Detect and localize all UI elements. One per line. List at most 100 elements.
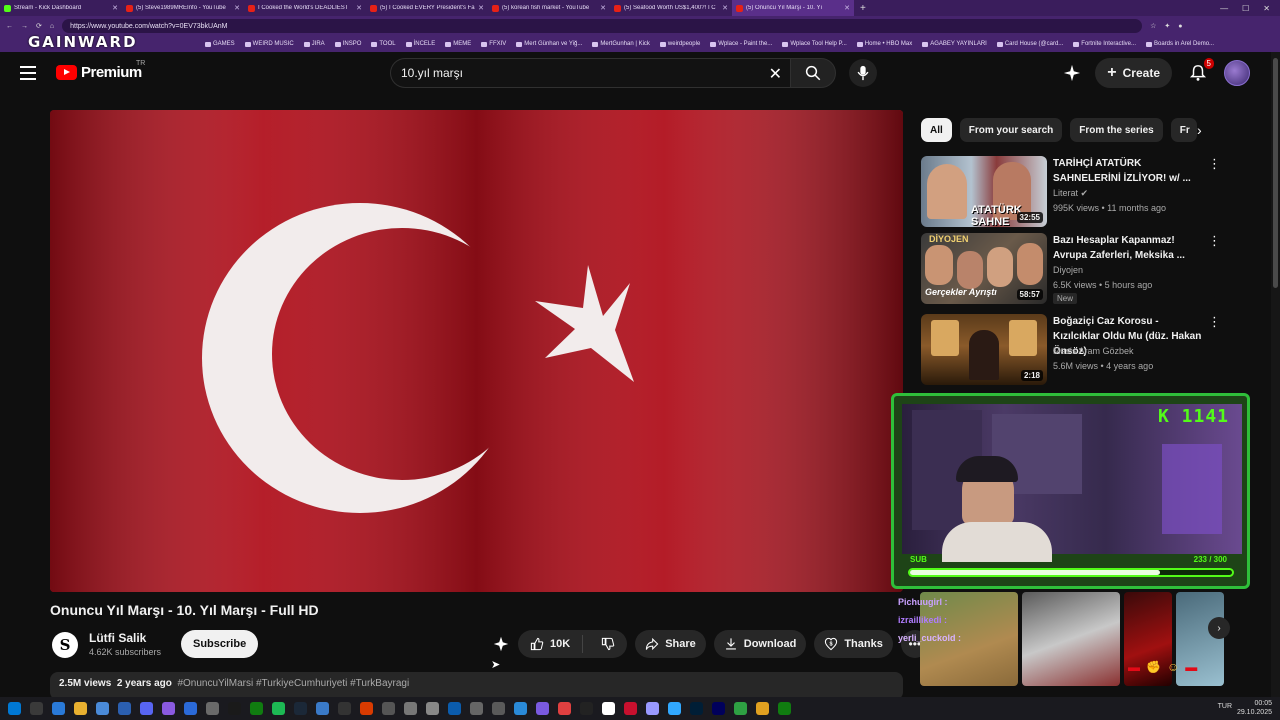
input-language[interactable]: TUR [1218, 703, 1232, 710]
close-tab-icon[interactable]: ✕ [112, 4, 118, 12]
profile-icon[interactable]: ● [1178, 23, 1182, 30]
bookmark-item[interactable]: İNCELE [405, 41, 435, 47]
channel-name[interactable]: Lütfi Salik [89, 631, 146, 645]
bookmark-item[interactable]: MEME [445, 41, 471, 47]
reload-icon[interactable]: ⟳ [36, 22, 42, 30]
hashtags[interactable]: #OnuncuYilMarsi #TurkiyeCumhuriyeti #Tur… [177, 678, 409, 689]
new-tab-icon[interactable]: + [854, 3, 872, 14]
photoshop-icon[interactable] [668, 702, 681, 715]
video-player[interactable] [50, 110, 903, 592]
voice-search-button[interactable] [849, 59, 877, 87]
close-tab-icon[interactable]: ✕ [844, 4, 850, 12]
recommendation-title[interactable]: Bazı Hesaplar Kapanmaz! Avrupa Zaferleri… [1053, 233, 1203, 263]
app-icon[interactable] [228, 702, 241, 715]
chip-all[interactable]: All [921, 118, 952, 142]
create-button[interactable]: + Create [1095, 58, 1172, 88]
app-icon[interactable] [756, 702, 769, 715]
app-icon[interactable] [360, 702, 373, 715]
url-field[interactable]: https://www.youtube.com/watch?v=0EV73bkU… [62, 19, 1143, 33]
browser-tab[interactable]: (5) Seafood Worth US$1,400?! I C ✕ [610, 0, 732, 16]
recommendation-channel[interactable]: Diyojen [1053, 265, 1083, 275]
steam-icon[interactable] [294, 702, 307, 715]
video-thumbnail[interactable]: DİYOJEN Gerçekler Ayrıştı 58:57 [921, 233, 1047, 304]
browser-tab[interactable]: (5) Steve1989MREInfo - YouTube ✕ [122, 0, 244, 16]
app-icon[interactable] [536, 702, 549, 715]
premiere-icon[interactable] [712, 702, 725, 715]
recommendation-title[interactable]: TARİHÇİ ATATÜRK SAHNELERİNİ İZLİYOR! w/ … [1053, 156, 1203, 186]
star-icon[interactable]: ☆ [1150, 22, 1156, 30]
forward-icon[interactable]: → [21, 23, 28, 30]
bookmark-item[interactable]: Mert Günhan ve Yiğ... [516, 41, 582, 47]
app-icon[interactable] [206, 702, 219, 715]
close-window-icon[interactable]: ✕ [1263, 4, 1270, 13]
back-icon[interactable]: ← [6, 23, 13, 30]
bookmark-item[interactable]: Boards in Arel Demo... [1146, 41, 1214, 47]
discord-icon[interactable] [140, 702, 153, 715]
bookmark-item[interactable]: FFXIV [481, 41, 506, 47]
youtube-premium-logo[interactable]: Premium TR [56, 60, 145, 81]
browser-icon[interactable] [184, 702, 197, 715]
audition-icon[interactable] [646, 702, 659, 715]
browser-tab[interactable]: (5) korean fish market - YouTube ✕ [488, 0, 610, 16]
windows-start-icon[interactable] [8, 702, 21, 715]
photoshop-icon[interactable] [690, 702, 703, 715]
subscribe-button[interactable]: Subscribe [181, 630, 259, 658]
app-icon[interactable] [448, 702, 461, 715]
menu-icon[interactable] [20, 66, 36, 80]
search-button[interactable] [790, 58, 836, 88]
app-icon[interactable] [514, 702, 527, 715]
search-input[interactable]: 10.yıl marşı ✕ [390, 58, 790, 88]
recommendation-item[interactable]: ATATÜRK SAHNE 32:55 TARİHÇİ ATATÜRK SAHN… [921, 156, 1221, 228]
browser-tab[interactable]: Stream - Kick Dashboard ✕ [0, 0, 122, 16]
browser-tab[interactable]: I Cooked the World's DEADLIEST ✕ [244, 0, 366, 16]
app-icon[interactable] [118, 702, 131, 715]
app-icon[interactable] [470, 702, 483, 715]
bookmark-item[interactable]: TOOL [371, 41, 396, 47]
bookmark-item[interactable]: INSPO [334, 41, 361, 47]
app-icon[interactable] [426, 702, 439, 715]
video-thumbnail[interactable]: 2:18 [921, 314, 1047, 385]
chip-from-the-series[interactable]: From the series [1070, 118, 1163, 142]
app-icon[interactable] [162, 702, 175, 715]
page-scrollbar[interactable] [1271, 52, 1280, 697]
close-tab-icon[interactable]: ✕ [234, 4, 240, 12]
dislike-button[interactable] [589, 637, 627, 651]
bookmark-item[interactable]: MertGunhan | Kick [592, 41, 650, 47]
chip-truncated[interactable]: Fr [1170, 118, 1197, 142]
video-thumbnail[interactable]: ATATÜRK SAHNE 32:55 [921, 156, 1047, 227]
notifications-button[interactable]: 5 [1186, 58, 1214, 85]
spotify-icon[interactable] [272, 702, 285, 715]
app-icon[interactable] [96, 702, 109, 715]
close-tab-icon[interactable]: ✕ [722, 4, 728, 12]
bookmark-item[interactable]: Home • HBO Max [856, 41, 912, 47]
clear-search-icon[interactable]: ✕ [769, 64, 782, 84]
minimize-icon[interactable]: — [1220, 4, 1228, 13]
maximize-icon[interactable]: ☐ [1242, 4, 1249, 13]
chip-from-your-search[interactable]: From your search [959, 118, 1063, 142]
chips-next-icon[interactable]: › [1197, 122, 1202, 138]
extensions-icon[interactable]: ✦ [1164, 22, 1170, 30]
app-icon[interactable] [492, 702, 505, 715]
recommendation-item[interactable]: DİYOJEN Gerçekler Ayrıştı 58:57 Bazı Hes… [921, 233, 1221, 305]
chevron-right-icon[interactable]: › [1208, 617, 1230, 639]
channel-avatar[interactable]: S [52, 632, 78, 658]
share-button[interactable]: Share [635, 630, 706, 658]
home-icon[interactable]: ⌂ [50, 23, 54, 30]
app-icon[interactable] [624, 702, 637, 715]
bookmark-item[interactable]: WEIRD MUSIC [244, 41, 294, 47]
bookmark-item[interactable]: AGABEY YAYINLARI [922, 41, 987, 47]
app-icon[interactable] [580, 702, 593, 715]
xbox-icon[interactable] [250, 702, 263, 715]
recommendation-channel[interactable]: Literat ✔ [1053, 188, 1088, 199]
widgets-icon[interactable] [52, 702, 65, 715]
bookmark-item[interactable]: Wplace Tool Help P... [782, 41, 847, 47]
bookmark-item[interactable]: JIRA [303, 41, 325, 47]
more-vertical-icon[interactable]: ⋮ [1208, 156, 1221, 172]
thanks-button[interactable]: $ Thanks [814, 630, 893, 658]
download-button[interactable]: Download [713, 630, 807, 658]
app-icon[interactable] [734, 702, 747, 715]
app-icon[interactable] [382, 702, 395, 715]
app-icon[interactable] [558, 702, 571, 715]
app-icon[interactable] [778, 702, 791, 715]
account-avatar[interactable] [1224, 60, 1250, 86]
